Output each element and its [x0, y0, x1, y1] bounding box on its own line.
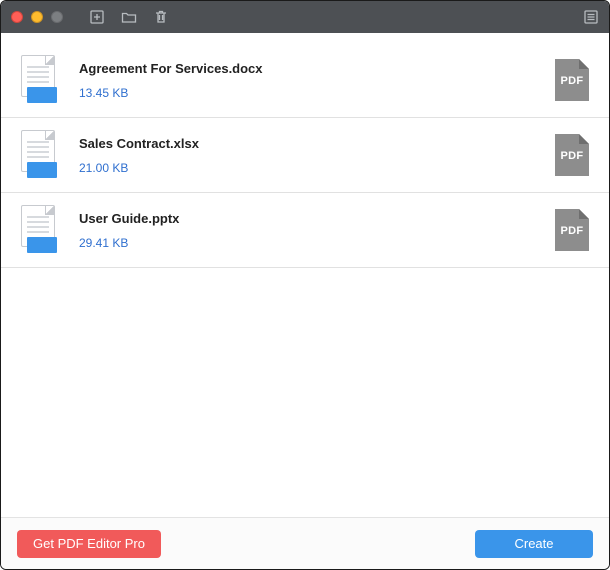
- file-name: Sales Contract.xlsx: [79, 136, 537, 151]
- create-button[interactable]: Create: [475, 530, 593, 558]
- titlebar: [1, 1, 609, 33]
- document-icon: [21, 130, 61, 180]
- file-size: 21.00 KB: [79, 161, 537, 175]
- toolbar-right: [583, 9, 599, 25]
- add-file-icon[interactable]: [89, 9, 105, 25]
- file-meta: User Guide.pptx 29.41 KB: [79, 211, 537, 250]
- trash-icon[interactable]: [153, 9, 169, 25]
- pdf-label: PDF: [555, 150, 589, 162]
- folder-icon[interactable]: [121, 9, 137, 25]
- close-window-button[interactable]: [11, 11, 23, 23]
- footer: Get PDF Editor Pro Create: [1, 517, 609, 569]
- document-icon: [21, 205, 61, 255]
- pdf-output-icon: PDF: [555, 59, 589, 101]
- get-pro-button[interactable]: Get PDF Editor Pro: [17, 530, 161, 558]
- file-name: Agreement For Services.docx: [79, 61, 537, 76]
- pdf-label: PDF: [555, 75, 589, 87]
- pdf-label: PDF: [555, 225, 589, 237]
- file-meta: Sales Contract.xlsx 21.00 KB: [79, 136, 537, 175]
- file-list: Agreement For Services.docx 13.45 KB PDF…: [1, 33, 609, 517]
- file-row[interactable]: Sales Contract.xlsx 21.00 KB PDF: [1, 118, 609, 193]
- file-row[interactable]: User Guide.pptx 29.41 KB PDF: [1, 193, 609, 268]
- toolbar-left: [89, 9, 169, 25]
- file-meta: Agreement For Services.docx 13.45 KB: [79, 61, 537, 100]
- maximize-window-button[interactable]: [51, 11, 63, 23]
- file-size: 13.45 KB: [79, 86, 537, 100]
- document-icon: [21, 55, 61, 105]
- file-size: 29.41 KB: [79, 236, 537, 250]
- file-row[interactable]: Agreement For Services.docx 13.45 KB PDF: [1, 43, 609, 118]
- pdf-output-icon: PDF: [555, 209, 589, 251]
- app-window: Agreement For Services.docx 13.45 KB PDF…: [0, 0, 610, 570]
- window-controls: [11, 11, 63, 23]
- list-icon[interactable]: [583, 9, 599, 25]
- pdf-output-icon: PDF: [555, 134, 589, 176]
- file-name: User Guide.pptx: [79, 211, 537, 226]
- minimize-window-button[interactable]: [31, 11, 43, 23]
